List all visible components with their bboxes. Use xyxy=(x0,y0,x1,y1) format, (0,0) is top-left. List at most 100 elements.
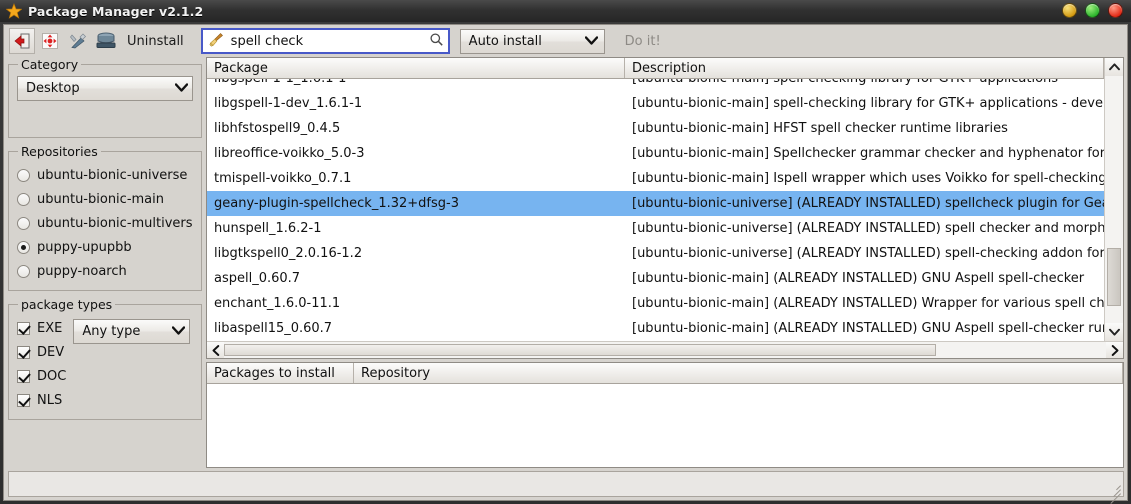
table-row[interactable]: libgspell-1-dev_1.6.1-1 [ubuntu-bionic-m… xyxy=(207,91,1104,116)
uninstall-label: Uninstall xyxy=(127,33,184,49)
horizontal-scroll-thumb[interactable] xyxy=(224,344,936,356)
category-group: Category Desktop xyxy=(8,57,202,138)
sidebar: Category Desktop Repositories ubuntu-bio… xyxy=(8,57,202,468)
table-row[interactable]: libaspell15_0.60.7 [ubuntu-bionic-main] … xyxy=(207,316,1104,341)
exit-door-icon[interactable] xyxy=(9,28,35,54)
table-row[interactable]: libreoffice-voikko_5.0-3 [ubuntu-bionic-… xyxy=(207,141,1104,166)
table-row-selected[interactable]: geany-plugin-spellcheck_1.32+dfsg-3 [ubu… xyxy=(207,191,1104,216)
repo-label: ubuntu-bionic-main xyxy=(37,191,164,207)
repo-option-ubuntu-bionic-main[interactable]: ubuntu-bionic-main xyxy=(17,187,193,211)
cell-description: [ubuntu-bionic-main] (ALREADY INSTALLED)… xyxy=(632,296,1104,311)
four-arrows-icon[interactable] xyxy=(37,28,63,54)
cell-description: [ubuntu-bionic-main] (ALREADY INSTALLED)… xyxy=(632,271,1085,286)
table-row[interactable]: libgspell-1-1_1.6.1-1 [ubuntu-bionic-mai… xyxy=(207,79,1104,91)
radio-icon-selected xyxy=(17,240,30,254)
install-queue-rows xyxy=(207,384,1123,467)
vertical-scroll-track[interactable] xyxy=(1105,76,1123,323)
chevron-right-icon[interactable] xyxy=(1106,342,1123,358)
table-row[interactable]: aspell_0.60.7 [ubuntu-bionic-main] (ALRE… xyxy=(207,266,1104,291)
cell-description: [ubuntu-bionic-main] spell-checking libr… xyxy=(632,96,1104,111)
cell-package: libgspell-1-1_1.6.1-1 xyxy=(207,79,625,86)
checkbox-dev[interactable]: DEV xyxy=(17,340,66,364)
resize-grip[interactable] xyxy=(1107,480,1122,504)
uninstall-button[interactable]: Uninstall xyxy=(122,28,192,54)
right-panel: Package Description libgspell-1-1_1.6.1-… xyxy=(206,57,1124,468)
window-controls xyxy=(1062,3,1123,18)
install-queue-pane: Packages to install Repository xyxy=(206,362,1124,468)
cell-description: [ubuntu-bionic-universe] (ALREADY INSTAL… xyxy=(632,196,1104,211)
repo-label: puppy-upupbb xyxy=(37,239,132,255)
checkbox-doc[interactable]: DOC xyxy=(17,364,66,388)
package-list-header: Package Description xyxy=(207,58,1104,79)
category-select[interactable]: Desktop xyxy=(17,76,193,101)
package-box-icon[interactable] xyxy=(93,28,119,54)
window-body: Uninstall spell check Auto install Do it… xyxy=(3,24,1128,504)
column-header-repository[interactable]: Repository xyxy=(354,363,1123,383)
chevron-down-icon[interactable] xyxy=(1105,323,1123,341)
search-value: spell check xyxy=(230,33,304,49)
toolbar: Uninstall spell check Auto install Do it… xyxy=(4,25,1127,57)
install-mode-label: Auto install xyxy=(468,33,542,49)
cell-package: hunspell_1.6.2-1 xyxy=(214,221,322,236)
package-list-rows: libgspell-1-1_1.6.1-1 [ubuntu-bionic-mai… xyxy=(207,79,1104,341)
horizontal-scrollbar[interactable] xyxy=(207,341,1123,358)
column-header-packages-to-install[interactable]: Packages to install xyxy=(207,363,354,383)
maximize-button[interactable] xyxy=(1085,3,1100,18)
table-row[interactable]: enchant_1.6.0-11.1 [ubuntu-bionic-main] … xyxy=(207,291,1104,316)
chevron-left-icon[interactable] xyxy=(207,342,224,358)
chevron-down-icon xyxy=(174,81,189,96)
chevron-up-icon[interactable] xyxy=(1105,58,1123,76)
checkbox-label: NLS xyxy=(37,392,63,408)
radio-icon xyxy=(17,264,30,278)
checkbox-label: EXE xyxy=(37,320,63,336)
table-row[interactable]: libgtkspell0_2.0.16-1.2 [ubuntu-bionic-u… xyxy=(207,241,1104,266)
do-it-button[interactable]: Do it! xyxy=(615,29,671,54)
cell-description: [ubuntu-bionic-universe] (ALREADY INSTAL… xyxy=(632,246,1104,261)
radio-icon xyxy=(17,192,30,206)
star-icon xyxy=(5,3,23,19)
close-button[interactable] xyxy=(1108,3,1123,18)
package-list-pane: Package Description libgspell-1-1_1.6.1-… xyxy=(206,57,1124,359)
cell-description: [ubuntu-bionic-main] Spellchecker gramma… xyxy=(632,146,1104,161)
cell-package: libaspell15_0.60.7 xyxy=(214,321,333,336)
check-icon xyxy=(17,393,30,407)
repo-option-ubuntu-bionic-universe[interactable]: ubuntu-bionic-universe xyxy=(17,163,193,187)
checkbox-label: DEV xyxy=(37,344,65,360)
table-row[interactable]: tmispell-voikko_0.7.1 [ubuntu-bionic-mai… xyxy=(207,166,1104,191)
cell-description: [ubuntu-bionic-universe] (ALREADY INSTAL… xyxy=(632,221,1104,236)
repo-label: ubuntu-bionic-universe xyxy=(37,167,188,183)
repositories-legend: Repositories xyxy=(21,144,98,159)
horizontal-scroll-track[interactable] xyxy=(224,342,1106,358)
check-icon xyxy=(17,321,30,335)
magnifier-icon[interactable] xyxy=(429,32,444,51)
chevron-down-icon xyxy=(584,34,598,49)
cell-package: tmispell-voikko_0.7.1 xyxy=(214,171,352,186)
repo-option-ubuntu-bionic-multiverse[interactable]: ubuntu-bionic-multivers xyxy=(17,211,193,235)
cell-package: libgspell-1-dev_1.6.1-1 xyxy=(214,96,363,111)
repo-option-puppy-upupbb[interactable]: puppy-upupbb xyxy=(17,235,193,259)
repo-option-puppy-noarch[interactable]: puppy-noarch xyxy=(17,259,193,283)
install-mode-select[interactable]: Auto install xyxy=(459,28,605,54)
minimize-button[interactable] xyxy=(1062,3,1077,18)
category-spacer xyxy=(17,101,193,130)
checkbox-exe[interactable]: EXE xyxy=(17,316,66,340)
checkbox-label: DOC xyxy=(37,368,67,384)
vertical-scroll-thumb[interactable] xyxy=(1107,248,1121,306)
vertical-scrollbar[interactable] xyxy=(1104,58,1123,341)
chevron-down-icon xyxy=(172,324,186,339)
table-row[interactable]: hunspell_1.6.2-1 [ubuntu-bionic-universe… xyxy=(207,216,1104,241)
checkbox-nls[interactable]: NLS xyxy=(17,388,66,412)
tools-icon[interactable] xyxy=(65,28,91,54)
check-icon xyxy=(17,369,30,383)
status-bar xyxy=(8,471,1124,504)
cell-package: aspell_0.60.7 xyxy=(214,271,301,286)
package-types-group: package types EXE DEV DOC NLS Any type xyxy=(8,297,202,420)
type-filter-label: Any type xyxy=(82,324,141,339)
cell-package: enchant_1.6.0-11.1 xyxy=(214,296,341,311)
table-row[interactable]: libhfstospell9_0.4.5 [ubuntu-bionic-main… xyxy=(207,116,1104,141)
search-input[interactable]: spell check xyxy=(200,28,450,54)
column-header-description[interactable]: Description xyxy=(625,58,1104,78)
type-filter-select[interactable]: Any type xyxy=(73,319,191,344)
cell-description: [ubuntu-bionic-main] HFST spell checker … xyxy=(632,121,1008,136)
column-header-package[interactable]: Package xyxy=(207,58,625,78)
